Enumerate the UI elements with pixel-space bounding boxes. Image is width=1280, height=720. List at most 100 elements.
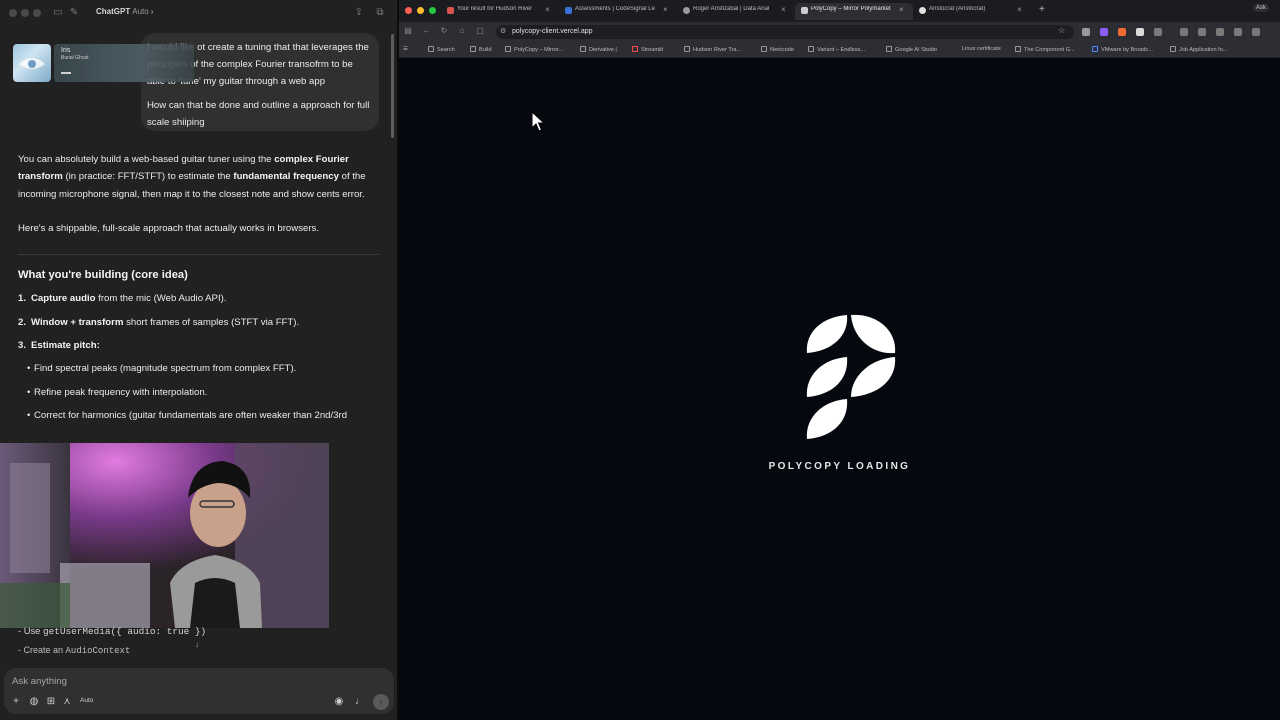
sidebar-toggle-icon[interactable]: ▭ (52, 7, 64, 19)
tab-favicon (447, 7, 454, 14)
tab-label: PolyCopy – Mirror Polymarket (811, 6, 891, 12)
more-icon[interactable] (1234, 28, 1242, 36)
close-button[interactable] (405, 7, 412, 14)
bullet-icon: • (27, 409, 31, 421)
bookmark-label: PolyCopy – Mirror... (514, 47, 564, 53)
page-content: POLYCOPY LOADING (399, 59, 1280, 720)
tools-icon[interactable]: ⊞ (45, 696, 57, 708)
sidebar-icon[interactable]: ▤ (403, 26, 413, 35)
bookmark-item[interactable]: Derivative | (580, 46, 617, 53)
tab-search-icon[interactable] (1216, 28, 1224, 36)
back-icon[interactable]: ← (421, 26, 431, 35)
bookmark-item[interactable]: PolyCopy – Mirror... (505, 46, 563, 53)
tab[interactable]: Assessments | CodeSignal Le × (559, 3, 677, 20)
maximize-button[interactable] (429, 7, 436, 14)
voice-mode-icon[interactable]: ◉ (333, 696, 345, 708)
list-item: 2. Window + transform short frames of sam… (18, 314, 380, 331)
folder-icon (470, 46, 476, 52)
window-icon[interactable]: ⧉ (374, 7, 386, 19)
address-bar[interactable]: ⚙ polycopy-client.vercel.app (496, 25, 1074, 39)
download-icon[interactable] (1198, 28, 1206, 36)
profile-icon[interactable] (1252, 28, 1260, 36)
bookmark-item[interactable]: Neetcode (761, 46, 794, 53)
bookmark-item[interactable]: Search (428, 46, 455, 53)
close-icon[interactable]: × (663, 5, 668, 14)
tab[interactable]: Your result for Hudson River × (441, 3, 559, 20)
vmware-icon (1092, 46, 1098, 52)
tab-bar: Your result for Hudson River × Assessment… (399, 0, 1280, 22)
scrollbar[interactable] (391, 34, 394, 138)
mode-label[interactable]: Auto (80, 697, 93, 704)
extension-icon[interactable] (1100, 28, 1108, 36)
text: - Use (18, 625, 44, 636)
extension-icon[interactable] (1118, 28, 1126, 36)
close-icon[interactable]: × (781, 5, 786, 14)
tab-label: Aristocrat (Aristocrat) (929, 6, 986, 12)
minimize-button[interactable] (417, 7, 424, 14)
microphone-icon[interactable]: ♩ (354, 696, 366, 708)
tab-active[interactable]: PolyCopy – Mirror Polymarket × (795, 3, 913, 20)
close-icon[interactable]: × (545, 5, 550, 14)
bookmarks-bar: ☰ Search Build PolyCopy – Mirror... Deri… (399, 42, 1280, 58)
bookmark-label: Derivative | (589, 47, 617, 53)
minimize-button[interactable] (21, 9, 29, 17)
bookmark-item[interactable]: VMware by Broadc... (1092, 46, 1153, 53)
text: Find spectral peaks (magnitude spectrum … (34, 363, 297, 375)
divider (18, 254, 380, 256)
home-icon[interactable]: ⌂ (457, 26, 467, 35)
scroll-down-icon[interactable]: ↓ (195, 640, 199, 649)
close-icon[interactable]: × (899, 5, 904, 14)
share-icon[interactable]: ⇪ (353, 7, 365, 19)
folder-icon (505, 46, 511, 52)
bookmark-label: Neetcode (770, 47, 794, 53)
bookmark-item[interactable]: Google AI Studio (886, 46, 937, 53)
bookmark-item[interactable]: Linux certificate (962, 46, 1001, 52)
user-message-line: How can that be done and outline a appro… (147, 100, 370, 128)
reload-icon[interactable]: ↻ (439, 26, 449, 35)
tab[interactable]: Aristocrat (Aristocrat) × (913, 3, 1031, 20)
folder-icon (761, 46, 767, 52)
new-tab-icon[interactable]: + (1039, 4, 1045, 15)
new-chat-icon[interactable]: ✎ (68, 7, 80, 19)
model-switcher[interactable]: ChatGPT Auto › (96, 7, 153, 16)
bookmark-item[interactable]: Build (470, 46, 491, 53)
bold-text: Capture audio (31, 293, 96, 305)
bookmark-item[interactable]: Hudson River Tra... (684, 46, 741, 53)
bullet-icon: • (27, 363, 31, 375)
bookmark-item[interactable]: The Component G... (1015, 46, 1075, 53)
tab-label: Assessments | CodeSignal Le (575, 6, 655, 12)
tab[interactable]: Roger Aristizabal | Data Anal × (677, 3, 795, 20)
send-button[interactable]: ↑ (373, 694, 389, 710)
close-icon[interactable]: × (1017, 5, 1022, 14)
extension-icon[interactable] (1136, 28, 1144, 36)
message-input[interactable] (12, 674, 312, 688)
apps-icon[interactable]: ☰ (403, 46, 408, 52)
bookmark-label: Streamlit (641, 47, 664, 53)
text: Correct for harmonics (guitar fundamenta… (34, 409, 348, 421)
bookmark-label: Job Application fo... (1179, 47, 1228, 53)
canvas-icon[interactable]: ⋏ (61, 696, 73, 708)
extensions-puzzle-icon[interactable] (1154, 28, 1162, 36)
password-key-icon[interactable] (1180, 28, 1188, 36)
bookmark-label: Linux certificate (962, 46, 1001, 52)
site-info-icon[interactable]: ▢ (475, 26, 485, 35)
plus-icon[interactable]: + (10, 696, 22, 708)
code-preview: - Use getUserMedia({ audio: true }) - Cr… (18, 625, 206, 656)
maximize-button[interactable] (33, 9, 41, 17)
bookmark-item[interactable]: Job Application fo... (1170, 46, 1228, 53)
bookmark-label: Hudson River Tra... (693, 47, 742, 53)
component-icon (1015, 46, 1021, 52)
ask-button[interactable]: Ask (1253, 4, 1270, 12)
list-number: 1. (18, 293, 27, 305)
bookmark-star-icon[interactable]: ☆ (1058, 26, 1065, 35)
extension-icon[interactable] (1082, 28, 1090, 36)
folder-icon (886, 46, 892, 52)
close-button[interactable] (9, 9, 17, 17)
bookmark-item[interactable]: Streamlit (632, 46, 663, 53)
list-number: 3. (18, 340, 27, 352)
bookmark-item[interactable]: Variant – Endless... (808, 46, 865, 53)
now-playing-widget[interactable]: Iris Burial Ghost (13, 44, 194, 82)
security-icon[interactable]: ⚙ (500, 27, 506, 35)
variant-icon (808, 46, 814, 52)
globe-icon[interactable]: ◍ (28, 696, 40, 708)
